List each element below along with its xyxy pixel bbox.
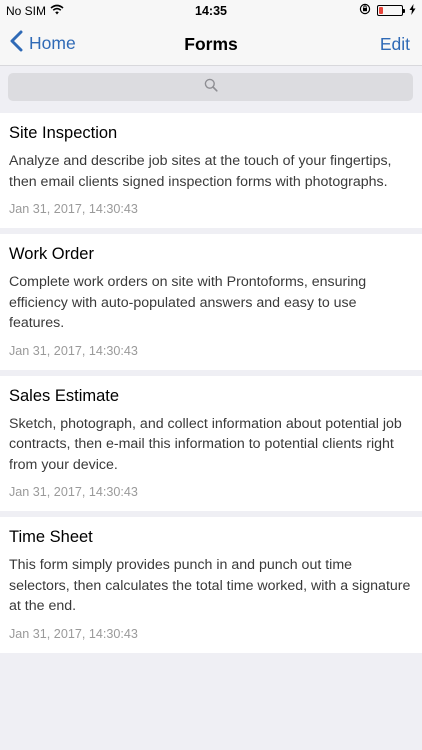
form-description: Sketch, photograph, and collect informat… bbox=[9, 415, 402, 473]
search-bar[interactable] bbox=[8, 73, 413, 101]
search-area bbox=[0, 66, 422, 112]
charging-icon bbox=[409, 3, 416, 18]
status-bar: No SIM 14:35 bbox=[0, 0, 422, 22]
form-title: Site Inspection bbox=[9, 124, 118, 142]
form-date: Jan 31, 2017, 14:30:43 bbox=[9, 626, 138, 641]
form-date: Jan 31, 2017, 14:30:43 bbox=[9, 202, 138, 216]
form-date: Jan 31, 2017, 14:30:43 bbox=[9, 485, 138, 499]
forms-list: Site Inspection Analyze and describe job… bbox=[0, 113, 422, 659]
page-title: Forms bbox=[184, 34, 238, 54]
form-item-sales-estimate[interactable]: Sales Estimate Sketch, photograph, and c… bbox=[0, 375, 422, 511]
orientation-lock-icon bbox=[359, 3, 371, 18]
form-date: Jan 31, 2017, 14:30:43 bbox=[9, 343, 138, 358]
battery-level bbox=[379, 7, 383, 14]
search-input[interactable] bbox=[8, 73, 413, 101]
form-title: Work Order bbox=[9, 245, 94, 263]
form-item-site-inspection[interactable]: Site Inspection Analyze and describe job… bbox=[0, 113, 422, 228]
forms-screen: No SIM 14:35 Home Forms Edit Site Inspec… bbox=[0, 0, 422, 750]
form-item-work-order[interactable]: Work Order Complete work orders on site … bbox=[0, 234, 422, 370]
form-description: Analyze and describe job sites at the to… bbox=[9, 153, 392, 190]
navigation-bar: Home Forms Edit bbox=[0, 22, 422, 66]
form-title: Sales Estimate bbox=[9, 386, 120, 405]
form-description: Complete work orders on site with Pronto… bbox=[9, 274, 367, 331]
form-item-time-sheet[interactable]: Time Sheet This form simply provides pun… bbox=[0, 517, 422, 653]
form-description: This form simply provides punch in and p… bbox=[9, 557, 411, 614]
battery-icon bbox=[377, 5, 405, 16]
status-right bbox=[359, 3, 416, 18]
form-title: Time Sheet bbox=[9, 528, 93, 546]
edit-button[interactable]: Edit bbox=[380, 34, 410, 55]
